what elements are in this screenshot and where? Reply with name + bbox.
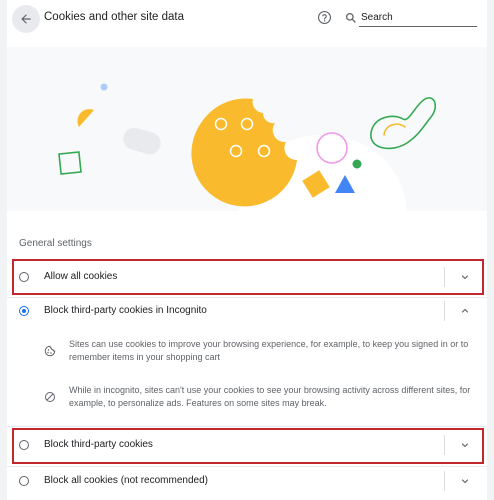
vertical-separator [444,471,445,491]
option-label: Allow all cookies [44,271,118,282]
vertical-separator [444,435,445,455]
detail-text-incognito: While in incognito, sites can't use your… [69,385,471,408]
chevron-down-icon[interactable] [459,439,471,451]
vertical-separator [444,301,445,321]
option-block-third-party-incognito[interactable]: Block third-party cookies in Incognito [7,298,487,326]
help-circle-icon [318,11,331,24]
search-icon [345,12,356,23]
chevron-down-icon[interactable] [459,475,471,487]
divider [7,426,487,427]
option-label: Block third-party cookies in Incognito [44,305,207,316]
divider [7,466,487,467]
back-arrow-icon [21,14,31,24]
option-label: Block all cookies (not recommended) [44,475,208,486]
block-icon [45,392,55,402]
cookie-illustration [7,47,487,211]
chevron-up-icon[interactable] [459,305,471,317]
help-button[interactable] [316,9,333,26]
vertical-separator [444,267,445,287]
radio-block-third-party-cookies[interactable] [19,440,29,450]
settings-page: Cookies and other site data Search Gener… [0,0,494,500]
chevron-down-icon[interactable] [459,271,471,283]
option-allow-all-cookies[interactable]: Allow all cookies [7,262,487,292]
page-title: Cookies and other site data [44,11,185,23]
option-label: Block third-party cookies [44,439,153,450]
window-right-edge [487,0,494,500]
window-left-edge [0,0,7,500]
radio-block-third-party-incognito[interactable] [19,306,29,316]
back-button[interactable] [12,5,40,33]
cookies-illustration-graphic [58,83,437,211]
search-box [344,8,477,28]
option-block-third-party-cookies[interactable]: Block third-party cookies [7,430,487,460]
section-heading-general-settings: General settings [19,238,92,249]
detail-text-cookies-usage: Sites can use cookies to improve your br… [69,339,469,362]
header-bar: Cookies and other site data [7,0,487,40]
radio-block-all-cookies[interactable] [19,476,29,486]
option-block-all-cookies[interactable]: Block all cookies (not recommended) [7,468,487,496]
cookie-icon [44,345,56,357]
search-input[interactable] [359,8,477,27]
radio-allow-all-cookies[interactable] [19,272,29,282]
